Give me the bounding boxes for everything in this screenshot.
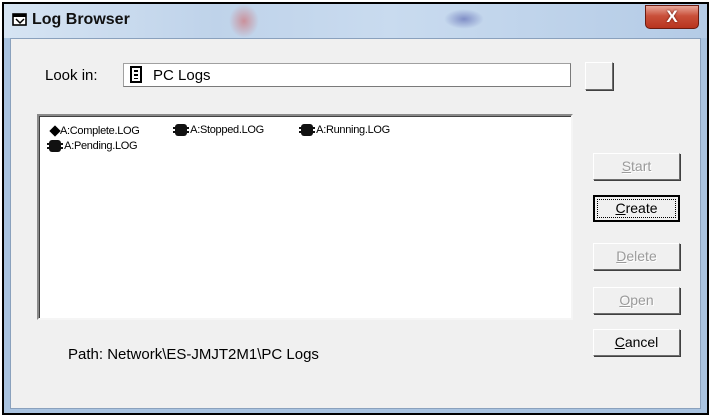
list-item[interactable]: A:Pending.LOG [47, 140, 138, 153]
look-in-value: PC Logs [153, 67, 211, 84]
file-name: A:Complete.LOG [60, 125, 140, 137]
title-bar[interactable]: Log Browser X [4, 4, 707, 38]
log-file-list[interactable]: A:Complete.LOG A:Stopped.LOG A:Running.L… [37, 114, 573, 320]
window-title: Log Browser [32, 11, 130, 28]
bug-icon [299, 124, 315, 137]
file-name: A:Pending.LOG [64, 140, 138, 152]
folder-list-icon [130, 66, 142, 83]
list-item[interactable]: A:Stopped.LOG [173, 124, 264, 137]
look-in-label: Look in: [45, 67, 98, 84]
file-name: A:Running.LOG [316, 124, 390, 136]
create-button[interactable]: Create [593, 195, 680, 222]
cancel-button[interactable]: Cancel [593, 329, 680, 356]
list-item[interactable]: A:Complete.LOG [49, 125, 140, 137]
delete-button[interactable]: Delete [593, 243, 680, 270]
dialog-body: Look in: PC Logs A:Complete.LOG A:Stoppe… [10, 38, 701, 409]
bug-icon [173, 124, 189, 137]
list-item[interactable]: A:Running.LOG [299, 124, 390, 137]
app-icon [12, 13, 27, 26]
open-button[interactable]: Open [593, 287, 680, 314]
start-button[interactable]: Start [593, 153, 680, 180]
file-name: A:Stopped.LOG [190, 124, 264, 136]
browse-button[interactable] [585, 62, 613, 90]
log-browser-window: Log Browser X Look in: PC Logs A:Complet… [2, 2, 709, 415]
close-button[interactable]: X [645, 5, 699, 29]
close-icon: X [666, 7, 678, 26]
bug-icon [47, 140, 63, 153]
diamond-icon [49, 125, 61, 137]
look-in-field[interactable]: PC Logs [123, 63, 571, 87]
path-label: Path: Network\ES-JMJT2M1\PC Logs [68, 346, 319, 363]
